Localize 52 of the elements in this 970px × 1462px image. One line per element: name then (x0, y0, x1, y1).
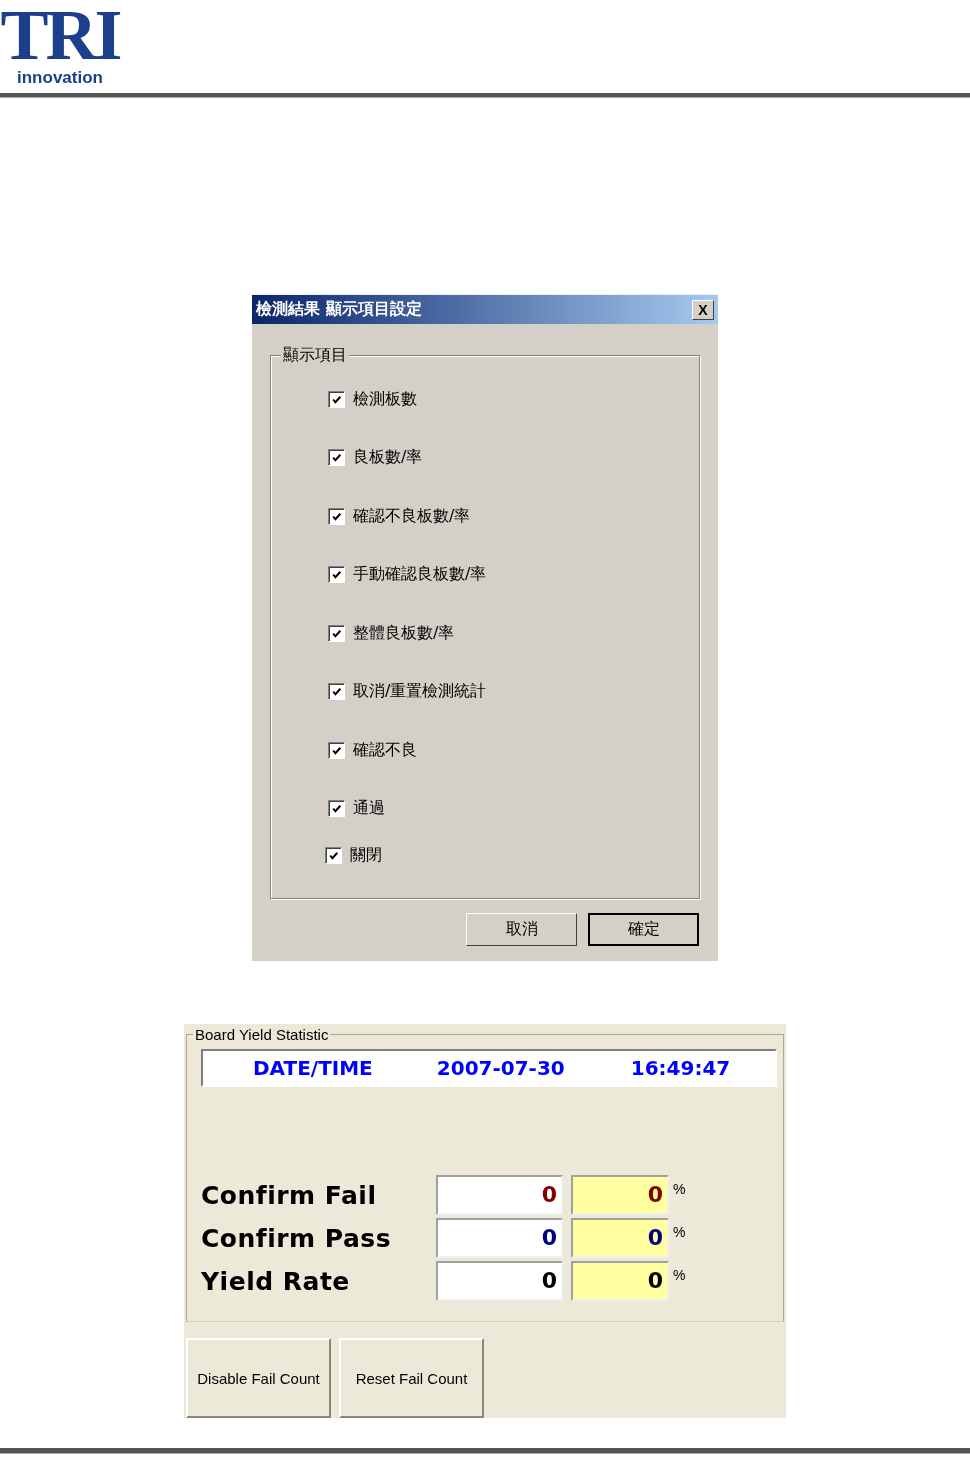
percent-sign: % (673, 1267, 686, 1283)
checkbox[interactable] (328, 683, 345, 700)
checkmark-icon (331, 393, 342, 405)
date-text: 2007-07-30 (436, 1056, 565, 1080)
rate-field: 0 (571, 1261, 669, 1301)
checkbox[interactable] (328, 741, 345, 759)
checkbox-label: 通過 (353, 798, 385, 819)
stat-label: Confirm Fail (201, 1180, 378, 1210)
checkbox[interactable] (328, 566, 345, 583)
stat-label: Confirm Pass (201, 1223, 393, 1253)
rate-field: 0 (571, 1218, 669, 1258)
count-field: 0 (436, 1261, 563, 1301)
checkmark-icon (331, 452, 342, 463)
checkbox-label: 檢測板數 (353, 388, 417, 410)
action-button[interactable]: Disable Fail Count (186, 1338, 331, 1418)
checkmark-icon (331, 686, 342, 697)
checkmark-icon (331, 744, 342, 756)
close-button[interactable]: X (692, 299, 714, 320)
checkbox[interactable] (328, 507, 345, 525)
checkbox[interactable] (328, 624, 345, 642)
checkbox-label: 取消/重置檢測統計 (353, 681, 487, 702)
logo-text: TRI (0, 2, 120, 68)
checkmark-icon (331, 627, 342, 639)
checkmark-icon (331, 569, 342, 580)
checkbox-label: 良板數/率 (353, 447, 423, 468)
dialog-button[interactable]: 取消 (466, 913, 577, 946)
checkbox-label: 整體良板數/率 (353, 622, 455, 644)
checkbox[interactable] (325, 846, 342, 864)
checkbox-label: 確認不良 (353, 739, 417, 761)
checkmark-icon (331, 510, 342, 522)
checkmark-icon (331, 803, 342, 814)
window-title: 檢測結果 顯示項目設定 (256, 299, 422, 320)
checkmark-icon (328, 849, 339, 861)
percent-sign: % (673, 1224, 686, 1240)
checkbox-label: 確認不良板數/率 (353, 505, 471, 527)
checkbox[interactable] (328, 449, 345, 466)
count-field: 0 (436, 1218, 563, 1258)
logo-tagline: innovation (17, 68, 103, 88)
action-button[interactable]: Reset Fail Count (339, 1338, 484, 1418)
checkbox[interactable] (328, 390, 345, 408)
checkbox-label: 關閉 (350, 844, 382, 866)
checkbox[interactable] (328, 800, 345, 817)
checkbox-label: 手動確認良板數/率 (353, 564, 487, 585)
group-label: Board Yield Statistic (193, 1026, 331, 1043)
group-label: 顯示項目 (281, 345, 349, 366)
count-field: 0 (436, 1175, 563, 1215)
dialog-button[interactable]: 確定 (588, 913, 699, 946)
date-time-label: DATE/TIME (253, 1056, 373, 1080)
stat-label: Yield Rate (201, 1266, 351, 1296)
percent-sign: % (673, 1181, 686, 1197)
rate-field: 0 (571, 1175, 669, 1215)
time-text: 16:49:47 (630, 1056, 731, 1080)
